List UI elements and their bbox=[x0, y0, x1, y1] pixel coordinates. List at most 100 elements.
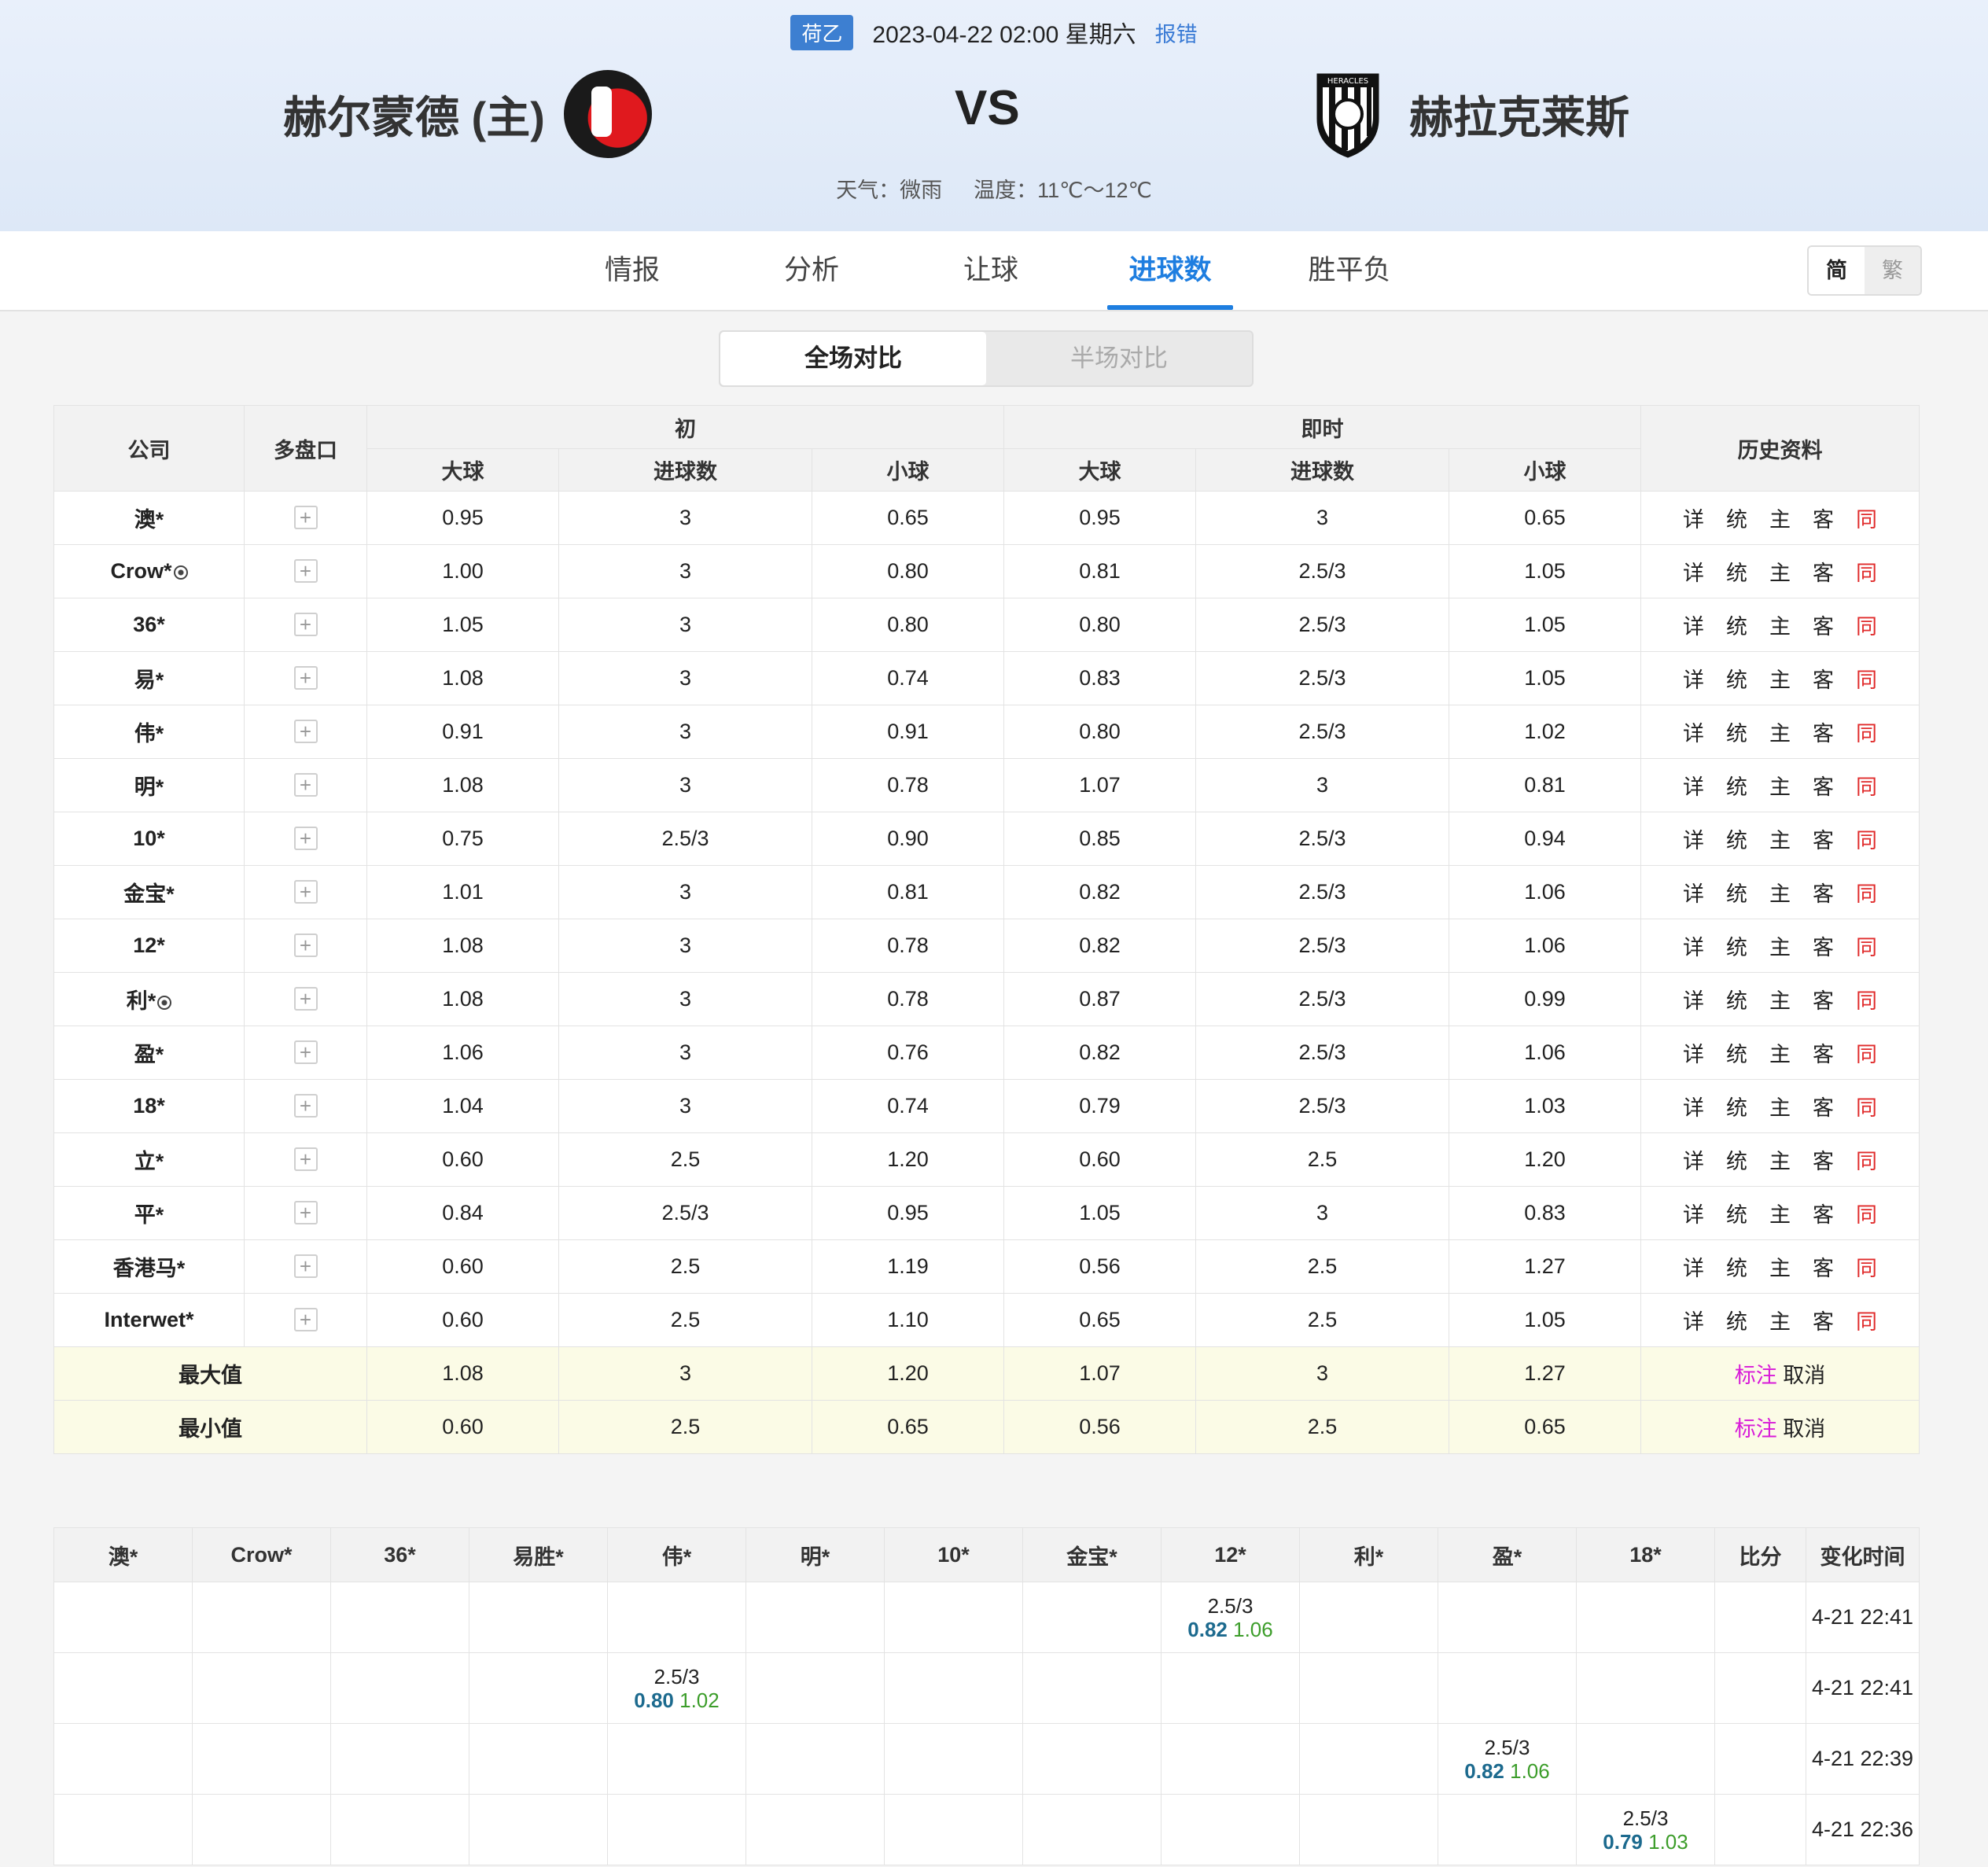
history-link[interactable]: 客 bbox=[1813, 930, 1834, 961]
company-name[interactable]: 平* bbox=[53, 1186, 245, 1240]
history-link[interactable]: 客 bbox=[1813, 877, 1834, 908]
history-link[interactable]: 主 bbox=[1769, 556, 1791, 587]
company-name[interactable]: 盈* bbox=[53, 1026, 245, 1080]
company-name[interactable]: Interwet* bbox=[53, 1293, 245, 1347]
tab-handicap[interactable]: 让球 bbox=[901, 231, 1081, 310]
history-link[interactable]: 统 bbox=[1726, 823, 1747, 854]
expand-plus-icon[interactable]: + bbox=[293, 934, 318, 957]
report-error-link[interactable]: 报错 bbox=[1155, 17, 1198, 48]
expand-plus-icon[interactable]: + bbox=[293, 613, 318, 636]
expand-plus-icon[interactable]: + bbox=[293, 773, 318, 797]
history-link[interactable]: 同 bbox=[1856, 823, 1877, 854]
history-link[interactable]: 同 bbox=[1856, 556, 1877, 587]
lang-traditional-button[interactable]: 繁 bbox=[1865, 247, 1920, 294]
cancel-link[interactable]: 取消 bbox=[1783, 1364, 1825, 1387]
company-name[interactable]: 18* bbox=[53, 1079, 245, 1133]
expand-plus-icon[interactable]: + bbox=[293, 827, 318, 850]
history-link[interactable]: 同 bbox=[1856, 1091, 1877, 1121]
mark-link[interactable]: 标注 bbox=[1735, 1364, 1777, 1387]
home-team-name[interactable]: 赫尔蒙德 (主) bbox=[283, 83, 545, 146]
history-link[interactable]: 主 bbox=[1769, 984, 1791, 1015]
history-link[interactable]: 同 bbox=[1856, 503, 1877, 533]
history-link[interactable]: 详 bbox=[1683, 823, 1704, 854]
half-match-button[interactable]: 半场对比 bbox=[986, 332, 1252, 385]
history-link[interactable]: 同 bbox=[1856, 1251, 1877, 1282]
history-link[interactable]: 客 bbox=[1813, 1198, 1834, 1228]
expand-plus-icon[interactable]: + bbox=[293, 987, 318, 1011]
history-link[interactable]: 统 bbox=[1726, 663, 1747, 694]
history-link[interactable]: 同 bbox=[1856, 1037, 1877, 1068]
expand-plus-icon[interactable]: + bbox=[293, 1040, 318, 1064]
expand-plus-icon[interactable]: + bbox=[293, 506, 318, 529]
history-link[interactable]: 统 bbox=[1726, 1198, 1747, 1228]
history-link[interactable]: 同 bbox=[1856, 1144, 1877, 1175]
history-link[interactable]: 详 bbox=[1683, 556, 1704, 587]
lang-simplified-button[interactable]: 简 bbox=[1809, 247, 1865, 294]
tab-total-goals[interactable]: 进球数 bbox=[1081, 231, 1260, 310]
company-name[interactable]: 伟* bbox=[53, 705, 245, 759]
history-link[interactable]: 详 bbox=[1683, 984, 1704, 1015]
home-team[interactable]: 赫尔蒙德 (主) bbox=[283, 70, 652, 158]
expand-plus-icon[interactable]: + bbox=[293, 1308, 318, 1331]
history-link[interactable]: 详 bbox=[1683, 663, 1704, 694]
history-link[interactable]: 主 bbox=[1769, 1091, 1791, 1121]
history-link[interactable]: 详 bbox=[1683, 1198, 1704, 1228]
tab-analysis[interactable]: 分析 bbox=[722, 231, 901, 310]
history-link[interactable]: 客 bbox=[1813, 823, 1834, 854]
history-link[interactable]: 客 bbox=[1813, 556, 1834, 587]
history-link[interactable]: 同 bbox=[1856, 930, 1877, 961]
away-team-name[interactable]: 赫拉克莱斯 bbox=[1409, 83, 1629, 146]
expand-plus-icon[interactable]: + bbox=[293, 1201, 318, 1224]
company-name[interactable]: 香港马* bbox=[53, 1239, 245, 1294]
history-link[interactable]: 详 bbox=[1683, 1251, 1704, 1282]
expand-plus-icon[interactable]: + bbox=[293, 559, 318, 583]
expand-plus-icon[interactable]: + bbox=[293, 720, 318, 743]
company-name[interactable]: Crow* bbox=[53, 544, 245, 598]
history-link[interactable]: 详 bbox=[1683, 609, 1704, 640]
history-link[interactable]: 统 bbox=[1726, 984, 1747, 1015]
company-name[interactable]: 利* bbox=[53, 972, 245, 1026]
history-link[interactable]: 统 bbox=[1726, 1037, 1747, 1068]
company-name[interactable]: 36* bbox=[53, 598, 245, 652]
history-link[interactable]: 详 bbox=[1683, 1144, 1704, 1175]
history-link[interactable]: 客 bbox=[1813, 1305, 1834, 1335]
history-link[interactable]: 同 bbox=[1856, 877, 1877, 908]
history-link[interactable]: 统 bbox=[1726, 930, 1747, 961]
company-name[interactable]: 易* bbox=[53, 651, 245, 705]
expand-plus-icon[interactable]: + bbox=[293, 880, 318, 904]
history-link[interactable]: 同 bbox=[1856, 716, 1877, 747]
history-link[interactable]: 主 bbox=[1769, 663, 1791, 694]
league-badge[interactable]: 荷乙 bbox=[790, 14, 854, 50]
history-link[interactable]: 客 bbox=[1813, 984, 1834, 1015]
history-link[interactable]: 客 bbox=[1813, 770, 1834, 801]
history-link[interactable]: 客 bbox=[1813, 1251, 1834, 1282]
history-link[interactable]: 同 bbox=[1856, 663, 1877, 694]
history-link[interactable]: 详 bbox=[1683, 770, 1704, 801]
history-link[interactable]: 详 bbox=[1683, 716, 1704, 747]
history-link[interactable]: 统 bbox=[1726, 556, 1747, 587]
history-link[interactable]: 统 bbox=[1726, 503, 1747, 533]
history-link[interactable]: 统 bbox=[1726, 1305, 1747, 1335]
history-link[interactable]: 同 bbox=[1856, 609, 1877, 640]
history-link[interactable]: 详 bbox=[1683, 1091, 1704, 1121]
cancel-link[interactable]: 取消 bbox=[1783, 1417, 1825, 1441]
history-link[interactable]: 主 bbox=[1769, 503, 1791, 533]
history-link[interactable]: 主 bbox=[1769, 877, 1791, 908]
expand-plus-icon[interactable]: + bbox=[293, 1147, 318, 1171]
history-link[interactable]: 详 bbox=[1683, 1305, 1704, 1335]
company-name[interactable]: 明* bbox=[53, 758, 245, 812]
history-link[interactable]: 统 bbox=[1726, 877, 1747, 908]
history-link[interactable]: 主 bbox=[1769, 770, 1791, 801]
history-link[interactable]: 详 bbox=[1683, 877, 1704, 908]
history-link[interactable]: 主 bbox=[1769, 1037, 1791, 1068]
history-link[interactable]: 主 bbox=[1769, 716, 1791, 747]
mark-link[interactable]: 标注 bbox=[1735, 1417, 1777, 1441]
history-link[interactable]: 主 bbox=[1769, 1251, 1791, 1282]
history-link[interactable]: 同 bbox=[1856, 1198, 1877, 1228]
history-link[interactable]: 主 bbox=[1769, 930, 1791, 961]
history-link[interactable]: 客 bbox=[1813, 1144, 1834, 1175]
history-link[interactable]: 同 bbox=[1856, 984, 1877, 1015]
history-link[interactable]: 客 bbox=[1813, 663, 1834, 694]
history-link[interactable]: 统 bbox=[1726, 609, 1747, 640]
history-link[interactable]: 统 bbox=[1726, 1251, 1747, 1282]
